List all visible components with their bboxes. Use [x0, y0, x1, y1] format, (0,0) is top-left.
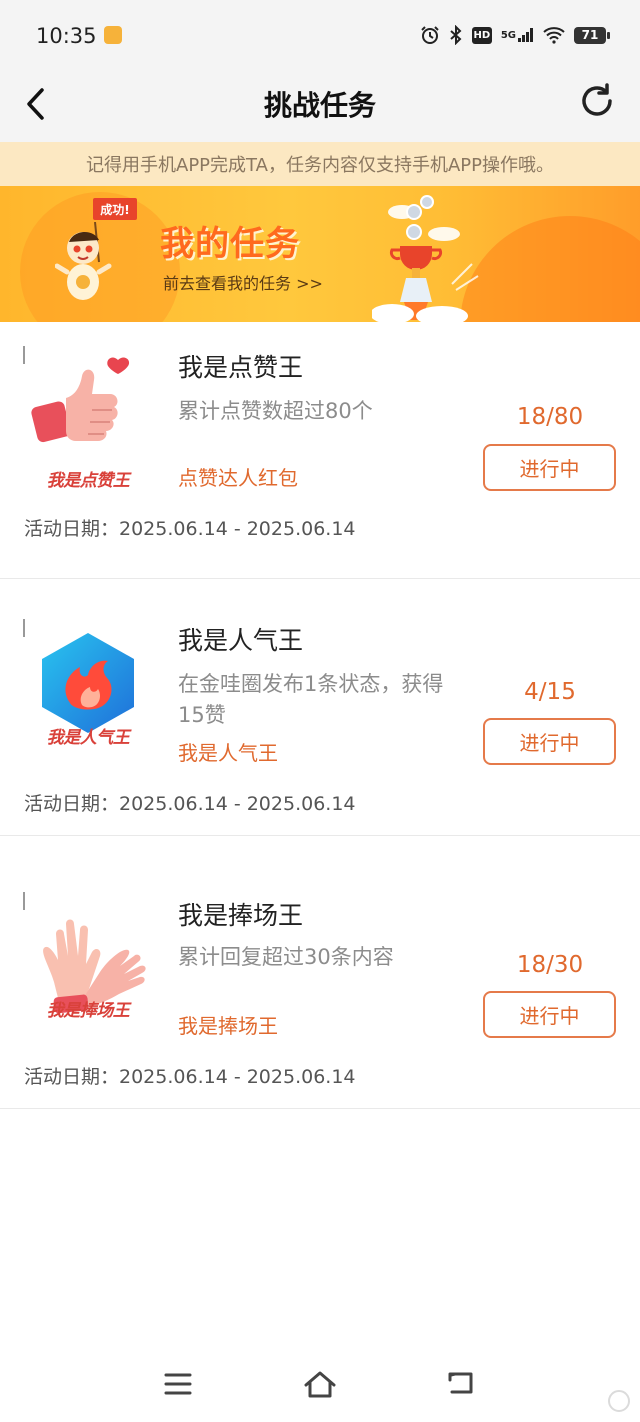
page-title: 挑战任务	[263, 89, 376, 122]
status-bar: 10:35 HD 5G 71	[0, 0, 640, 70]
task-reward: 点赞达人红包	[178, 466, 298, 490]
task-description: 在金哇圈发布1条状态，获得15赞	[178, 672, 444, 727]
task-marker	[23, 346, 25, 364]
trophy-rocket-icon	[372, 195, 479, 322]
task-progress: 18/80	[516, 404, 584, 430]
nav-header: 挑战任务	[0, 70, 640, 142]
status-icons: HD 5G 71	[420, 24, 610, 46]
task-description: 累计点赞数超过80个	[178, 399, 373, 423]
task-progress: 4/15	[524, 679, 576, 705]
task-status-button[interactable]: 进行中	[483, 444, 616, 491]
task-date: 活动日期：2025.06.14 - 2025.06.14	[24, 1066, 356, 1088]
watermark-icon	[608, 1390, 630, 1412]
task-card[interactable]: 我是点赞王 我是点赞王 累计点赞数超过80个 点赞达人红包 18/80 进行中 …	[0, 322, 640, 579]
refresh-icon	[582, 83, 612, 116]
task-card[interactable]: 我是人气王 我是人气王 在金哇圈发布1条状态，获得15赞 我是人气王 4/15 …	[0, 579, 640, 836]
hd-icon: HD	[471, 26, 492, 44]
task-icon-caption: 我是捧场王	[46, 1001, 130, 1021]
network-type: 5G	[500, 29, 516, 41]
task-icon-caption: 我是人气王	[46, 728, 130, 748]
battery-icon: 71	[574, 26, 610, 44]
task-marker	[23, 619, 25, 637]
task-status-button[interactable]: 进行中	[483, 718, 616, 765]
mascot-icon	[55, 222, 112, 300]
task-date: 活动日期：2025.06.14 - 2025.06.14	[24, 793, 356, 815]
refresh-button[interactable]	[576, 80, 618, 122]
bluetooth-icon	[449, 24, 463, 46]
home-button[interactable]	[300, 1366, 340, 1402]
home-icon	[304, 1371, 336, 1398]
status-time: 10:35	[36, 24, 97, 48]
cellular-signal-icon: 5G	[501, 24, 534, 46]
success-flag: 成功!	[93, 198, 137, 220]
thumbs-up-icon	[31, 357, 130, 443]
task-card[interactable]: 我是捧场王 我是捧场王 累计回复超过30条内容 我是捧场王 18/30 进行中 …	[0, 852, 640, 1109]
notice-text: 记得用手机APP完成TA，任务内容仅支持手机APP操作哦。	[86, 155, 554, 176]
watermark-logo	[608, 1390, 630, 1412]
banner-title: 我的任务	[160, 224, 300, 264]
task-reward: 我是捧场王	[178, 1014, 278, 1038]
task-title: 我是捧场王	[178, 901, 304, 930]
task-status-button[interactable]: 进行中	[483, 991, 616, 1038]
my-tasks-banner[interactable]: 成功! 我的任务 前去查看我的任务 >>	[0, 186, 640, 322]
task-marker	[23, 892, 25, 910]
task-title: 我是点赞王	[178, 353, 304, 382]
task-title: 我是人气王	[178, 626, 304, 655]
flame-hexagon-icon	[42, 633, 134, 733]
task-description: 累计回复超过30条内容	[178, 945, 394, 969]
menu-icon	[164, 1373, 192, 1395]
alarm-icon	[420, 24, 440, 46]
notice-bar: 记得用手机APP完成TA，任务内容仅支持手机APP操作哦。	[0, 142, 640, 186]
task-progress: 18/30	[516, 952, 584, 978]
wifi-icon	[543, 24, 565, 46]
task-icon-caption: 我是点赞王	[46, 471, 130, 491]
task-date: 活动日期：2025.06.14 - 2025.06.14	[24, 518, 356, 540]
menu-button[interactable]	[158, 1366, 198, 1402]
return-icon	[448, 1372, 473, 1394]
back-nav-button[interactable]	[442, 1366, 482, 1402]
app-notification-icon	[104, 26, 122, 44]
task-reward: 我是人气王	[178, 741, 278, 765]
banner-link[interactable]: 前去查看我的任务 >>	[163, 270, 323, 294]
system-nav-bar	[0, 1348, 640, 1422]
